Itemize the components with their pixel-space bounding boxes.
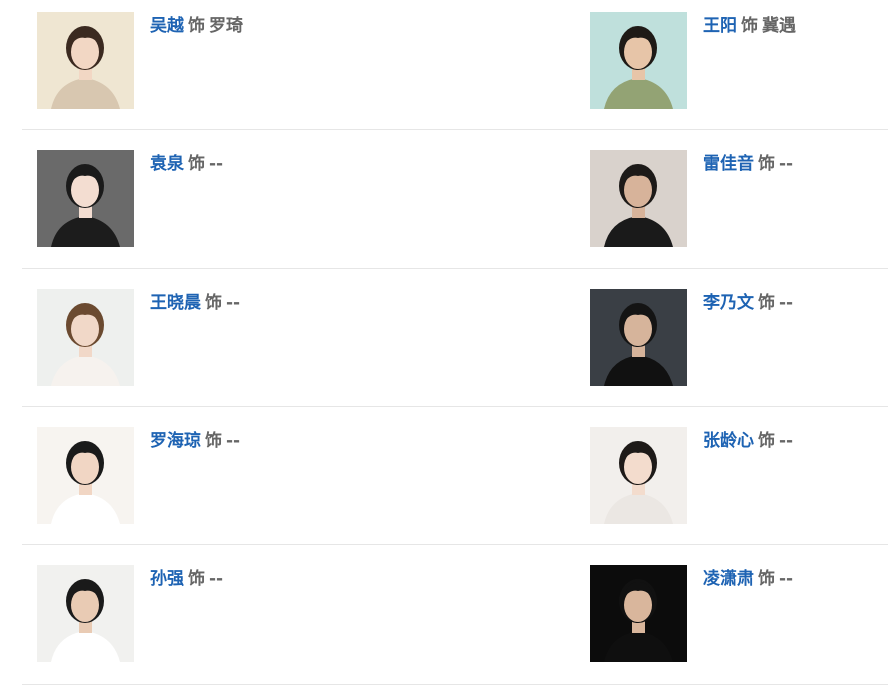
actor-name-link[interactable]: 雷佳音 xyxy=(703,154,754,174)
cast-caption: 吴越饰罗琦 xyxy=(150,12,243,40)
role-name: 冀遇 xyxy=(762,16,796,36)
actor-name-link[interactable]: 罗海琼 xyxy=(150,431,201,451)
actor-name-link[interactable]: 张龄心 xyxy=(703,431,754,451)
cast-caption: 李乃文饰 -- xyxy=(703,289,793,317)
cast-caption: 王阳饰冀遇 xyxy=(703,12,796,40)
actor-name-link[interactable]: 吴越 xyxy=(150,16,184,36)
cast-row: 罗海琼饰 -- 张龄心饰 -- xyxy=(22,415,888,545)
role-connector: 饰 xyxy=(758,569,775,589)
actor-photo[interactable] xyxy=(37,150,134,247)
cast-caption: 袁泉饰 -- xyxy=(150,150,223,178)
role-connector: 饰 xyxy=(205,293,222,313)
cast-row: 孙强饰 -- 凌潇肃饰 -- xyxy=(22,553,888,685)
cast-caption: 王晓晨饰 -- xyxy=(150,289,240,317)
actor-photo[interactable] xyxy=(590,565,687,662)
cast-member: 吴越饰罗琦 xyxy=(37,12,397,109)
role-connector: 饰 xyxy=(188,154,205,174)
cast-caption: 凌潇肃饰 -- xyxy=(703,565,793,593)
actor-name-link[interactable]: 袁泉 xyxy=(150,154,184,174)
role-connector: 饰 xyxy=(758,154,775,174)
actor-photo[interactable] xyxy=(37,289,134,386)
cast-row: 吴越饰罗琦 王阳饰冀遇 xyxy=(22,0,888,130)
cast-row: 袁泉饰 -- 雷佳音饰 -- xyxy=(22,138,888,269)
actor-name-link[interactable]: 王阳 xyxy=(703,16,737,36)
actor-photo[interactable] xyxy=(37,565,134,662)
role-name: -- xyxy=(209,154,224,174)
cast-member: 凌潇肃饰 -- xyxy=(590,565,888,662)
role-name: -- xyxy=(779,154,794,174)
cast-member: 袁泉饰 -- xyxy=(37,150,397,247)
actor-name-link[interactable]: 孙强 xyxy=(150,569,184,589)
actor-photo[interactable] xyxy=(590,289,687,386)
cast-list: 吴越饰罗琦 王阳饰冀遇 袁泉饰 -- 雷佳音饰 -- 王晓晨饰 -- 李乃文饰 -- 罗海琼饰 -- 张… xyxy=(0,0,888,688)
cast-member: 李乃文饰 -- xyxy=(590,289,888,386)
cast-row: 王晓晨饰 -- 李乃文饰 -- xyxy=(22,277,888,407)
actor-name-link[interactable]: 王晓晨 xyxy=(150,293,201,313)
cast-member: 王晓晨饰 -- xyxy=(37,289,397,386)
actor-name-link[interactable]: 凌潇肃 xyxy=(703,569,754,589)
actor-name-link[interactable]: 李乃文 xyxy=(703,293,754,313)
role-name: -- xyxy=(779,569,794,589)
role-connector: 饰 xyxy=(188,569,205,589)
actor-photo[interactable] xyxy=(590,150,687,247)
role-name: -- xyxy=(226,431,241,451)
cast-caption: 孙强饰 -- xyxy=(150,565,223,593)
cast-caption: 张龄心饰 -- xyxy=(703,427,793,455)
cast-caption: 罗海琼饰 -- xyxy=(150,427,240,455)
cast-member: 张龄心饰 -- xyxy=(590,427,888,524)
role-connector: 饰 xyxy=(741,16,758,36)
actor-photo[interactable] xyxy=(590,12,687,109)
role-connector: 饰 xyxy=(188,16,205,36)
role-name: -- xyxy=(226,293,241,313)
actor-photo[interactable] xyxy=(37,12,134,109)
cast-member: 王阳饰冀遇 xyxy=(590,12,888,109)
role-name: -- xyxy=(209,569,224,589)
role-connector: 饰 xyxy=(758,431,775,451)
cast-caption: 雷佳音饰 -- xyxy=(703,150,793,178)
actor-photo[interactable] xyxy=(37,427,134,524)
role-name: 罗琦 xyxy=(209,16,243,36)
cast-member: 孙强饰 -- xyxy=(37,565,397,662)
cast-member: 罗海琼饰 -- xyxy=(37,427,397,524)
cast-member: 雷佳音饰 -- xyxy=(590,150,888,247)
role-name: -- xyxy=(779,431,794,451)
actor-photo[interactable] xyxy=(590,427,687,524)
role-name: -- xyxy=(779,293,794,313)
role-connector: 饰 xyxy=(758,293,775,313)
role-connector: 饰 xyxy=(205,431,222,451)
